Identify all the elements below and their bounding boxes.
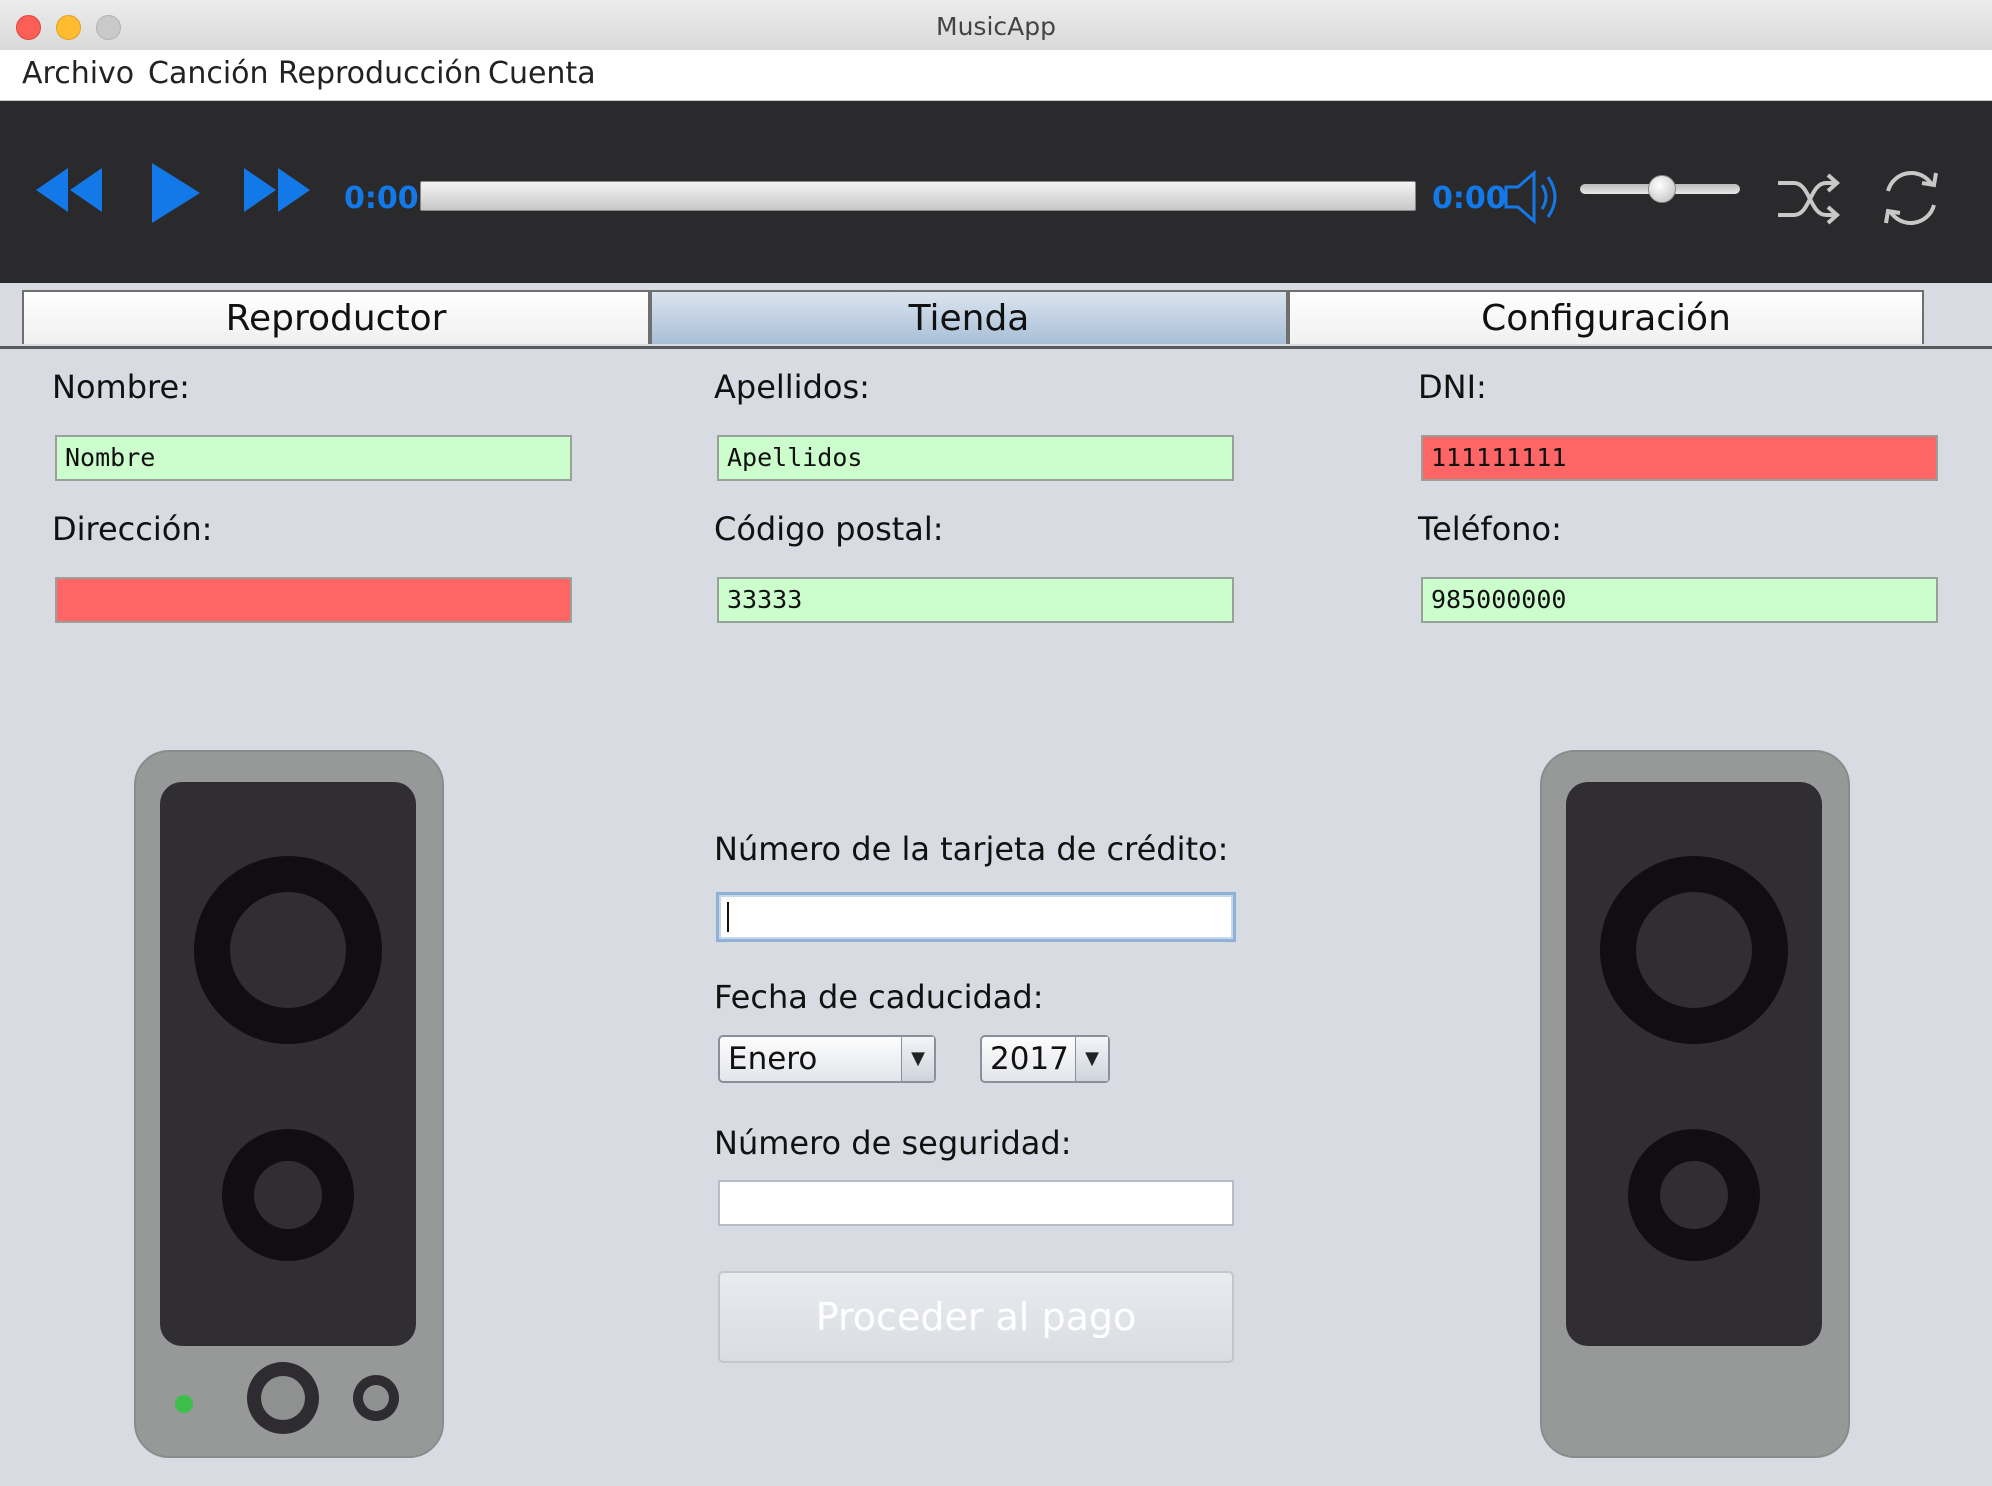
caducidad-label: Fecha de caducidad: <box>714 978 1044 1016</box>
chevron-down-icon: ▼ <box>901 1037 934 1081</box>
menu-reproduccion[interactable]: Reproducción <box>278 56 482 91</box>
seguridad-field[interactable] <box>718 1180 1234 1226</box>
menu-bar: Archivo Canción Reproducción Cuenta <box>0 50 1992 101</box>
menu-archivo[interactable]: Archivo <box>22 56 134 91</box>
tab-configuracion[interactable]: Configuración <box>1288 290 1924 344</box>
window-title: MusicApp <box>936 12 1056 41</box>
speaker-left-image <box>134 750 444 1458</box>
dni-field[interactable]: 111111111 <box>1421 435 1938 481</box>
year-select-value: 2017 <box>990 1041 1069 1077</box>
rewind-icon[interactable] <box>34 165 104 215</box>
shuffle-icon[interactable] <box>1774 171 1844 227</box>
volume-slider-thumb[interactable] <box>1648 175 1676 203</box>
telefono-field[interactable]: 985000000 <box>1421 577 1938 623</box>
volume-icon[interactable] <box>1502 167 1572 227</box>
month-select-value: Enero <box>728 1041 818 1077</box>
apellidos-field[interactable]: Apellidos <box>717 435 1234 481</box>
codigo-postal-field[interactable]: 33333 <box>717 577 1234 623</box>
repeat-icon[interactable] <box>1876 165 1946 231</box>
play-icon[interactable] <box>150 161 202 225</box>
proceder-pago-button[interactable]: Proceder al pago <box>718 1271 1234 1363</box>
progress-bar[interactable] <box>420 181 1416 211</box>
nombre-field[interactable]: Nombre <box>55 435 572 481</box>
tab-separator <box>0 346 1992 349</box>
menu-cancion[interactable]: Canción <box>148 56 269 91</box>
month-select[interactable]: Enero ▼ <box>718 1035 936 1083</box>
speaker-right-image <box>1540 750 1850 1458</box>
telefono-label: Teléfono: <box>1418 510 1562 548</box>
direccion-label: Dirección: <box>52 510 213 548</box>
title-bar: MusicApp <box>0 0 1992 51</box>
total-time: 0:00 <box>1432 181 1507 216</box>
year-select[interactable]: 2017 ▼ <box>980 1035 1110 1083</box>
codigo-postal-label: Código postal: <box>714 510 944 548</box>
seguridad-label: Número de seguridad: <box>714 1124 1072 1162</box>
chevron-down-icon: ▼ <box>1075 1037 1108 1081</box>
nombre-label: Nombre: <box>52 368 190 406</box>
direccion-field[interactable] <box>55 577 572 623</box>
fast-forward-icon[interactable] <box>242 165 312 215</box>
current-time: 0:00 <box>344 181 419 216</box>
text-cursor <box>727 902 729 932</box>
apellidos-label: Apellidos: <box>714 368 870 406</box>
player-controls: 0:00 0:00 <box>0 101 1992 283</box>
tab-reproductor[interactable]: Reproductor <box>22 290 650 344</box>
tarjeta-label: Número de la tarjeta de crédito: <box>714 830 1229 868</box>
tab-tienda[interactable]: Tienda <box>650 290 1288 344</box>
menu-cuenta[interactable]: Cuenta <box>488 56 596 91</box>
tarjeta-field[interactable] <box>716 892 1236 942</box>
dni-label: DNI: <box>1418 368 1487 406</box>
